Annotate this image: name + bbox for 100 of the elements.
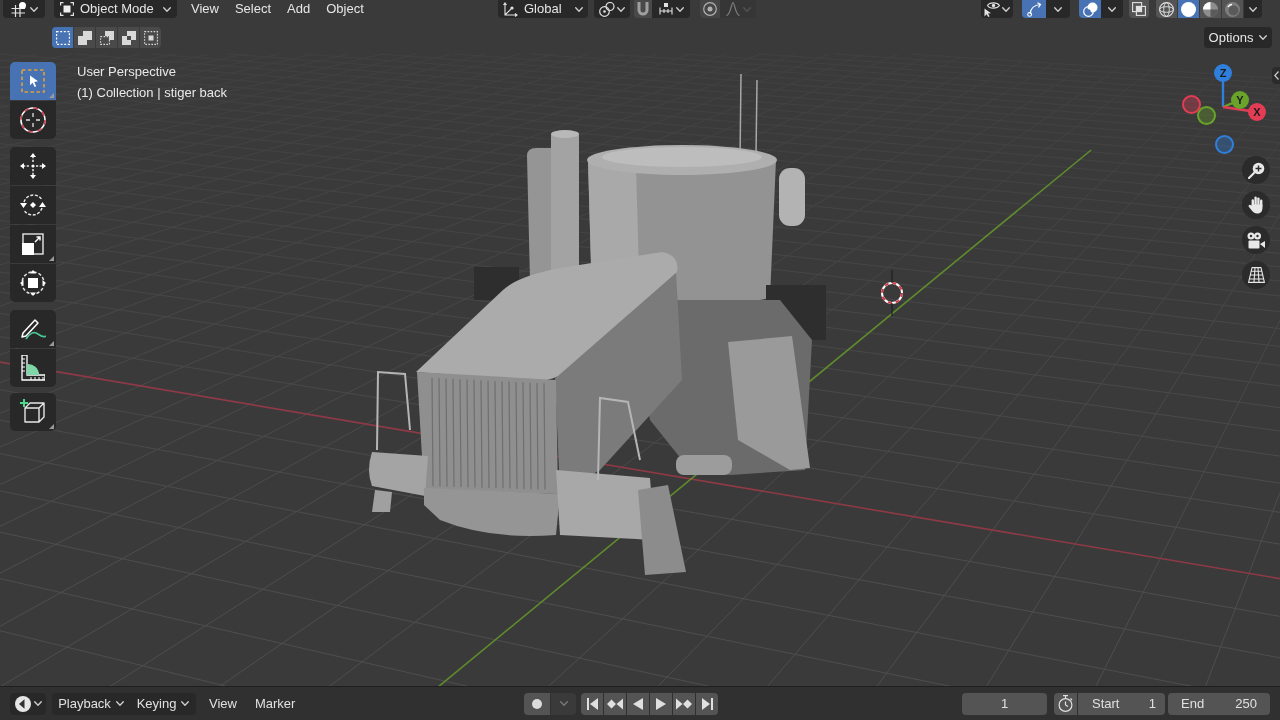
menu-item[interactable]: Object bbox=[319, 0, 371, 18]
orientation-dropdown[interactable]: Global bbox=[498, 0, 588, 18]
auto-keying-toggle[interactable] bbox=[524, 692, 551, 715]
magnet-icon bbox=[637, 2, 649, 16]
shading-mode-button[interactable] bbox=[1156, 0, 1177, 18]
options-dropdown[interactable]: Options bbox=[1204, 27, 1272, 48]
rendered-sphere-icon bbox=[1225, 1, 1240, 17]
select-mode-button[interactable] bbox=[52, 27, 73, 48]
intersect-squares-icon bbox=[143, 30, 158, 45]
caret-icon bbox=[115, 701, 124, 706]
axis-button[interactable]: Z bbox=[1214, 64, 1232, 82]
sidebar-toggle-button[interactable] bbox=[1272, 67, 1280, 84]
record-dot-icon bbox=[532, 698, 543, 709]
playback-button[interactable] bbox=[604, 692, 627, 715]
visibility-dropdown[interactable] bbox=[981, 0, 1013, 18]
pivot-dropdown[interactable] bbox=[594, 0, 630, 18]
corner-triangle-icon bbox=[49, 341, 54, 346]
xray-toggle[interactable] bbox=[1129, 0, 1149, 18]
subtract-squares-icon bbox=[99, 30, 114, 45]
shading-mode-button[interactable] bbox=[1200, 0, 1221, 18]
caret-icon bbox=[559, 701, 568, 706]
axis-button[interactable]: X bbox=[1248, 103, 1266, 121]
movie-camera-icon bbox=[1247, 231, 1265, 249]
caret-icon bbox=[1002, 6, 1010, 12]
axes-icon bbox=[503, 1, 518, 17]
invert-squares-icon bbox=[121, 30, 136, 45]
menu-dropdown[interactable]: Playback bbox=[52, 692, 130, 715]
tool-button[interactable] bbox=[10, 186, 56, 224]
tool-button[interactable] bbox=[10, 264, 56, 302]
menu-item[interactable]: Add bbox=[280, 0, 318, 18]
editor-type-dropdown[interactable] bbox=[10, 692, 46, 715]
add-cube-icon bbox=[20, 399, 46, 425]
perspective-toggle-button[interactable] bbox=[1242, 261, 1270, 289]
caret-icon bbox=[33, 701, 42, 706]
stacked-squares-icon bbox=[1132, 2, 1146, 16]
corner-triangle-icon bbox=[49, 93, 54, 98]
end-frame-field[interactable]: End 250 bbox=[1168, 692, 1270, 715]
select-mode-button[interactable] bbox=[96, 27, 117, 48]
crosshair-icon bbox=[881, 269, 903, 317]
3d-viewport[interactable]: Object Mode View Select Add Object Global Options User Perspective (1) Collection | stiger back Z Y X bbox=[0, 0, 1280, 686]
caret-icon bbox=[181, 701, 190, 706]
current-frame-field[interactable]: 1 bbox=[962, 692, 1047, 715]
mode-dropdown[interactable]: Object Mode bbox=[54, 0, 177, 18]
prev-keyframe-icon bbox=[607, 697, 624, 710]
select-mode-button[interactable] bbox=[118, 27, 139, 48]
dashed-square-icon bbox=[55, 30, 70, 45]
zoom-in-icon bbox=[1247, 161, 1265, 179]
zoom-button[interactable] bbox=[1242, 156, 1270, 184]
scale-icon bbox=[22, 233, 44, 255]
menu-item[interactable]: View bbox=[202, 692, 244, 715]
corner-triangle-icon bbox=[49, 256, 54, 261]
framed-square-icon bbox=[60, 2, 74, 16]
clock-icon bbox=[14, 695, 31, 712]
overlays-options-dropdown[interactable] bbox=[1101, 0, 1123, 18]
caret-icon bbox=[575, 6, 583, 12]
move-arrows-icon bbox=[20, 153, 46, 179]
playback-button[interactable] bbox=[581, 692, 604, 715]
caret-icon bbox=[675, 6, 684, 12]
caret-icon bbox=[1108, 6, 1116, 12]
pan-button[interactable] bbox=[1242, 191, 1270, 219]
jump-end-icon bbox=[701, 697, 713, 710]
menu-item[interactable]: Marker bbox=[247, 692, 303, 715]
tool-button[interactable] bbox=[10, 310, 56, 348]
menu-item[interactable]: View bbox=[184, 0, 226, 18]
snap-target-dropdown[interactable] bbox=[652, 0, 690, 18]
menu-dropdown[interactable]: Keying bbox=[130, 692, 196, 715]
select-mode-button[interactable] bbox=[140, 27, 161, 48]
tool-button[interactable] bbox=[10, 225, 56, 263]
proportional-editing-toggle[interactable] bbox=[700, 0, 720, 18]
shading-options-dropdown[interactable] bbox=[1244, 0, 1262, 18]
object-info-label: (1) Collection | stiger back bbox=[77, 84, 228, 102]
tool-button[interactable] bbox=[10, 147, 56, 185]
play-reverse-icon bbox=[633, 697, 644, 710]
gizmo-toggle[interactable] bbox=[1022, 0, 1046, 18]
rotate-icon bbox=[20, 193, 46, 217]
menu-item[interactable]: Select bbox=[227, 0, 279, 18]
playback-button[interactable] bbox=[627, 692, 650, 715]
playback-button[interactable] bbox=[650, 692, 673, 715]
tool-button[interactable] bbox=[10, 393, 56, 431]
camera-view-button[interactable] bbox=[1242, 226, 1270, 254]
tool-button[interactable] bbox=[10, 349, 56, 387]
axis-button[interactable]: Y bbox=[1231, 91, 1249, 109]
grid-plane-icon bbox=[1247, 267, 1265, 283]
start-frame-field[interactable]: Start 1 bbox=[1078, 692, 1165, 715]
ruler-protractor-icon bbox=[21, 355, 45, 381]
preview-range-toggle[interactable] bbox=[1054, 692, 1077, 715]
playback-button[interactable] bbox=[673, 692, 696, 715]
select-mode-button[interactable] bbox=[74, 27, 95, 48]
overlays-toggle[interactable] bbox=[1079, 0, 1101, 18]
shading-mode-button[interactable] bbox=[1222, 0, 1243, 18]
playback-button[interactable] bbox=[696, 692, 719, 715]
shading-mode-button[interactable] bbox=[1178, 0, 1199, 18]
snap-toggle[interactable] bbox=[634, 0, 652, 18]
union-squares-icon bbox=[77, 30, 92, 45]
tool-button[interactable] bbox=[10, 101, 56, 139]
solid-sphere-icon bbox=[1181, 1, 1196, 17]
chevron-left-icon bbox=[1273, 71, 1279, 80]
stopwatch-icon bbox=[1058, 695, 1073, 712]
gizmo-options-dropdown[interactable] bbox=[1046, 0, 1070, 18]
editor-type-dropdown[interactable] bbox=[3, 0, 45, 18]
